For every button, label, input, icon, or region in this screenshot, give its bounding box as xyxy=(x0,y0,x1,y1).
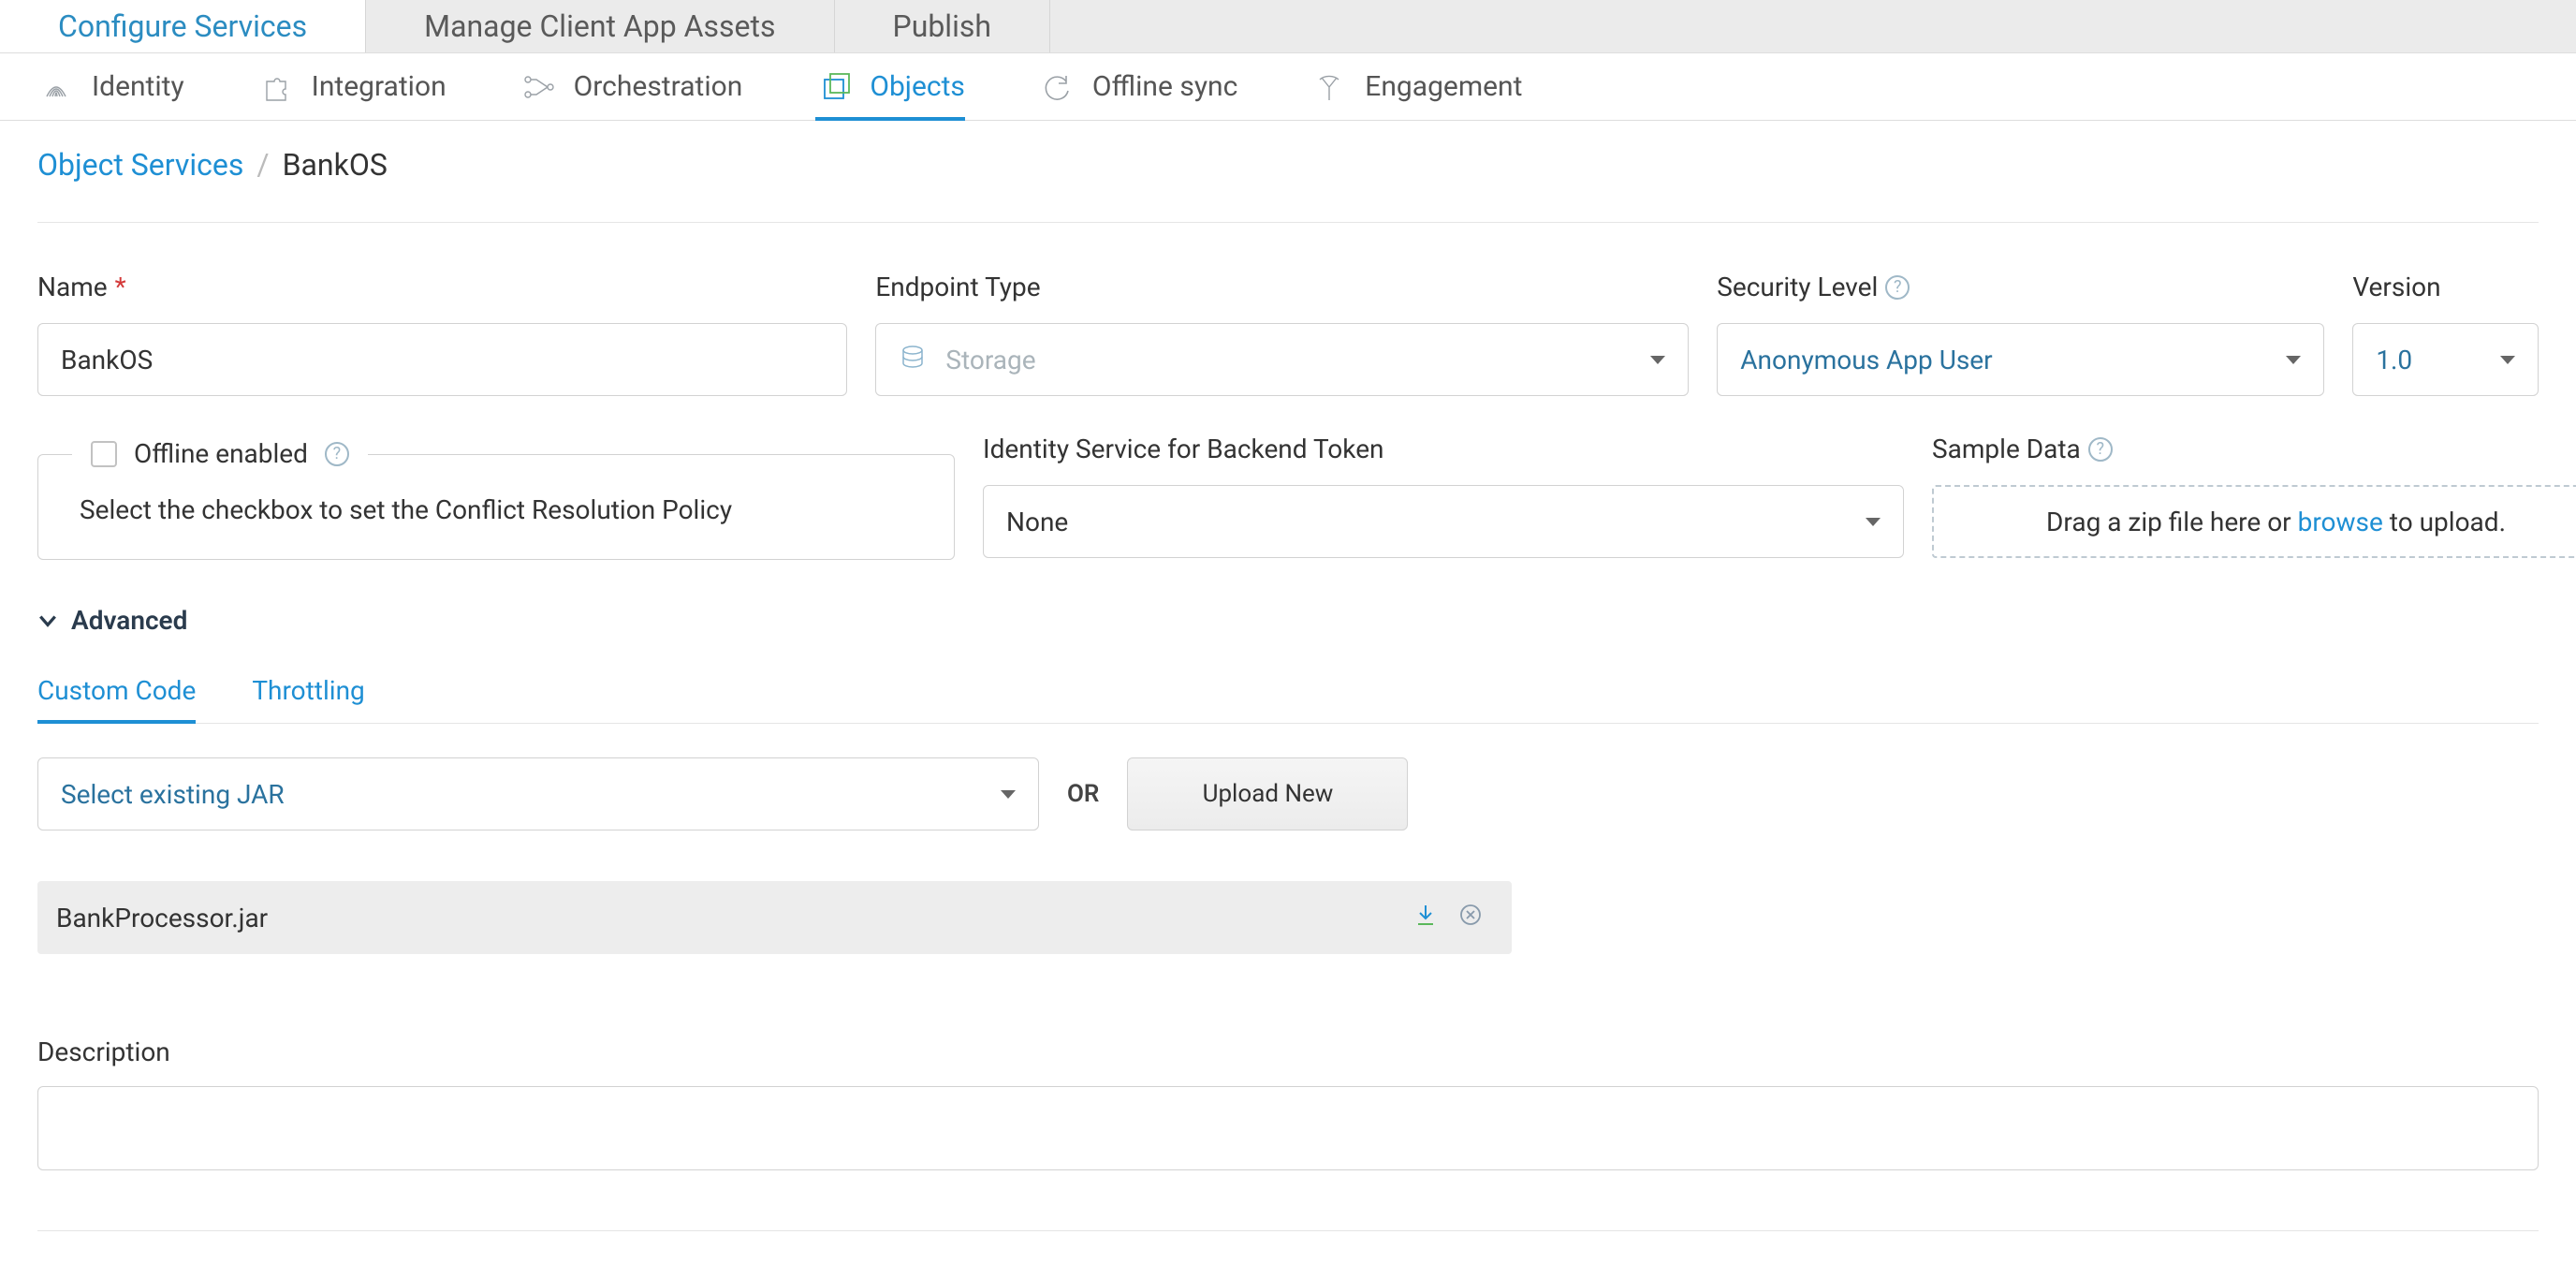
chevron-down-icon xyxy=(1866,518,1881,526)
antenna-icon xyxy=(1310,68,1348,106)
help-icon[interactable]: ? xyxy=(1885,275,1910,300)
breadcrumb: Object Services / BankOS xyxy=(37,147,2539,223)
offline-enabled-text: Select the checkbox to set the Conflict … xyxy=(80,494,913,525)
jar-file-name: BankProcessor.jar xyxy=(56,903,268,933)
download-icon[interactable] xyxy=(1412,902,1439,934)
endpoint-type-label: Endpoint Type xyxy=(875,272,1689,302)
or-text: OR xyxy=(1067,780,1099,808)
nav-offline-sync[interactable]: Offline sync xyxy=(1038,53,1237,120)
nav-objects[interactable]: Objects xyxy=(815,53,965,120)
tab-configure-services[interactable]: Configure Services xyxy=(0,0,366,52)
identity-service-value: None xyxy=(1006,507,1068,537)
breadcrumb-separator: / xyxy=(256,147,269,183)
nav-objects-label: Objects xyxy=(870,70,965,103)
advanced-toggle[interactable]: Advanced xyxy=(37,605,2539,636)
sample-data-label: Sample Data ? xyxy=(1932,434,2576,464)
jar-select[interactable]: Select existing JAR xyxy=(37,757,1039,830)
nav-orchestration[interactable]: Orchestration xyxy=(520,53,743,120)
fingerprint-icon xyxy=(37,68,75,106)
browse-link[interactable]: browse xyxy=(2298,507,2383,537)
endpoint-type-select[interactable]: Storage xyxy=(875,323,1689,396)
breadcrumb-current: BankOS xyxy=(283,147,388,183)
jar-select-placeholder: Select existing JAR xyxy=(61,779,285,810)
nav-offline-label: Offline sync xyxy=(1092,70,1237,103)
puzzle-icon xyxy=(257,68,295,106)
nav-identity-label: Identity xyxy=(92,70,184,103)
version-value: 1.0 xyxy=(2376,345,2412,375)
offline-enabled-box: Offline enabled ? Select the checkbox to… xyxy=(37,454,955,560)
tab-custom-code[interactable]: Custom Code xyxy=(37,664,196,723)
endpoint-type-value: Storage xyxy=(945,345,1035,375)
objects-icon xyxy=(815,68,853,106)
identity-service-select[interactable]: None xyxy=(983,485,1904,558)
sync-icon xyxy=(1038,68,1076,106)
nav-orchestration-label: Orchestration xyxy=(574,70,743,103)
divider xyxy=(37,1230,2539,1231)
description-label: Description xyxy=(37,1036,2539,1067)
security-level-value: Anonymous App User xyxy=(1740,345,1992,375)
security-level-select[interactable]: Anonymous App User xyxy=(1717,323,2324,396)
help-icon[interactable]: ? xyxy=(325,442,349,466)
chevron-down-icon xyxy=(2500,356,2515,364)
nav-identity[interactable]: Identity xyxy=(37,53,184,120)
chevron-down-icon xyxy=(1001,790,1016,799)
dropzone-text-pre: Drag a zip file here or xyxy=(2046,507,2298,537)
chevron-down-icon xyxy=(37,610,58,631)
delete-icon[interactable] xyxy=(1457,902,1484,934)
name-input[interactable] xyxy=(37,323,847,396)
nav-engagement-label: Engagement xyxy=(1365,70,1522,103)
security-level-label: Security Level ? xyxy=(1717,272,2324,302)
storage-icon xyxy=(899,343,927,377)
offline-enabled-checkbox[interactable] xyxy=(91,441,117,467)
chevron-down-icon xyxy=(2286,356,2301,364)
name-label: Name* xyxy=(37,272,847,302)
tab-throttling[interactable]: Throttling xyxy=(252,664,364,723)
nav-integration[interactable]: Integration xyxy=(257,53,446,120)
version-label: Version xyxy=(2352,272,2539,302)
help-icon[interactable]: ? xyxy=(2088,437,2113,462)
jar-file-row: BankProcessor.jar xyxy=(37,881,1512,954)
breadcrumb-root[interactable]: Object Services xyxy=(37,147,243,183)
flow-icon xyxy=(520,68,557,106)
version-select[interactable]: 1.0 xyxy=(2352,323,2539,396)
tab-manage-assets[interactable]: Manage Client App Assets xyxy=(366,0,834,52)
dropzone-text-post: to upload. xyxy=(2383,507,2506,537)
upload-new-button[interactable]: Upload New xyxy=(1127,757,1408,830)
sample-data-dropzone[interactable]: Drag a zip file here or browse to upload… xyxy=(1932,485,2576,558)
identity-service-label: Identity Service for Backend Token xyxy=(983,434,1904,464)
tab-publish[interactable]: Publish xyxy=(835,0,1051,52)
chevron-down-icon xyxy=(1650,356,1665,364)
nav-engagement[interactable]: Engagement xyxy=(1310,53,1522,120)
offline-enabled-label: Offline enabled xyxy=(134,438,308,469)
description-input[interactable] xyxy=(37,1086,2539,1170)
nav-integration-label: Integration xyxy=(312,70,446,103)
